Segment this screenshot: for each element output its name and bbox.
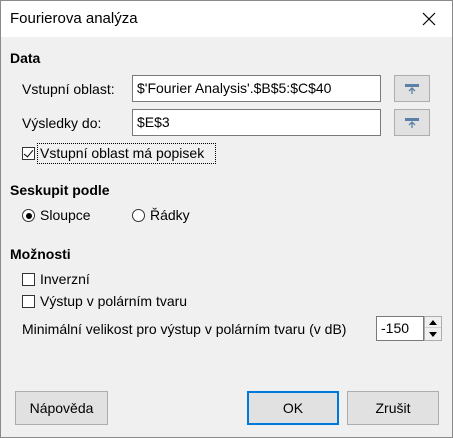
min-magnitude-value: -150 (381, 320, 410, 336)
close-button[interactable] (406, 1, 452, 37)
output-shrink-button[interactable] (394, 109, 430, 136)
spin-down-button[interactable] (425, 329, 441, 340)
title-bar: Fourierova analýza (1, 1, 452, 37)
ok-button-label: OK (282, 400, 304, 416)
shrink-range-icon (405, 83, 419, 94)
radio-rows[interactable] (132, 209, 145, 222)
min-magnitude-label: Minimální velikost pro výstup v polárním… (22, 321, 347, 337)
radio-columns[interactable] (22, 209, 35, 222)
shrink-range-icon (405, 117, 419, 128)
window-title: Fourierova analýza (10, 10, 138, 27)
data-heading: Data (10, 50, 41, 66)
chevron-down-icon (429, 332, 437, 337)
polar-checkbox[interactable] (22, 295, 35, 308)
input-range-shrink-button[interactable] (394, 75, 430, 102)
has-label-checkbox[interactable] (22, 147, 35, 160)
radio-columns-label[interactable]: Sloupce (40, 207, 91, 223)
cancel-button-label: Zrušit (375, 400, 411, 416)
output-value: $E$3 (137, 114, 170, 130)
min-magnitude-field[interactable]: -150 (376, 316, 424, 341)
help-button-label: Nápověda (29, 400, 94, 416)
output-label: Výsledky do: (22, 115, 102, 131)
polar-label[interactable]: Výstup v polárním tvaru (40, 293, 187, 309)
fourier-analysis-dialog: Fourierova analýza Data Vstupní oblast: … (0, 0, 453, 438)
cancel-button[interactable]: Zrušit (347, 391, 439, 425)
min-magnitude-spinner (424, 316, 442, 341)
close-icon (422, 12, 436, 26)
inverse-label[interactable]: Inverzní (40, 271, 90, 287)
input-range-value: $'Fourier Analysis'.$B$5:$C$40 (137, 80, 332, 96)
ok-button[interactable]: OK (247, 391, 339, 425)
input-range-label: Vstupní oblast: (22, 81, 115, 97)
chevron-up-icon (429, 319, 437, 325)
input-range-field[interactable]: $'Fourier Analysis'.$B$5:$C$40 (132, 75, 381, 102)
has-label-text[interactable]: Vstupní oblast má popisek (40, 145, 204, 161)
group-by-heading: Seskupit podle (10, 182, 110, 198)
help-button[interactable]: Nápověda (15, 391, 108, 425)
options-heading: Možnosti (10, 246, 71, 262)
inverse-checkbox[interactable] (22, 273, 35, 286)
radio-rows-label[interactable]: Řádky (150, 207, 190, 223)
output-field[interactable]: $E$3 (132, 109, 381, 136)
spin-up-button[interactable] (425, 317, 441, 328)
